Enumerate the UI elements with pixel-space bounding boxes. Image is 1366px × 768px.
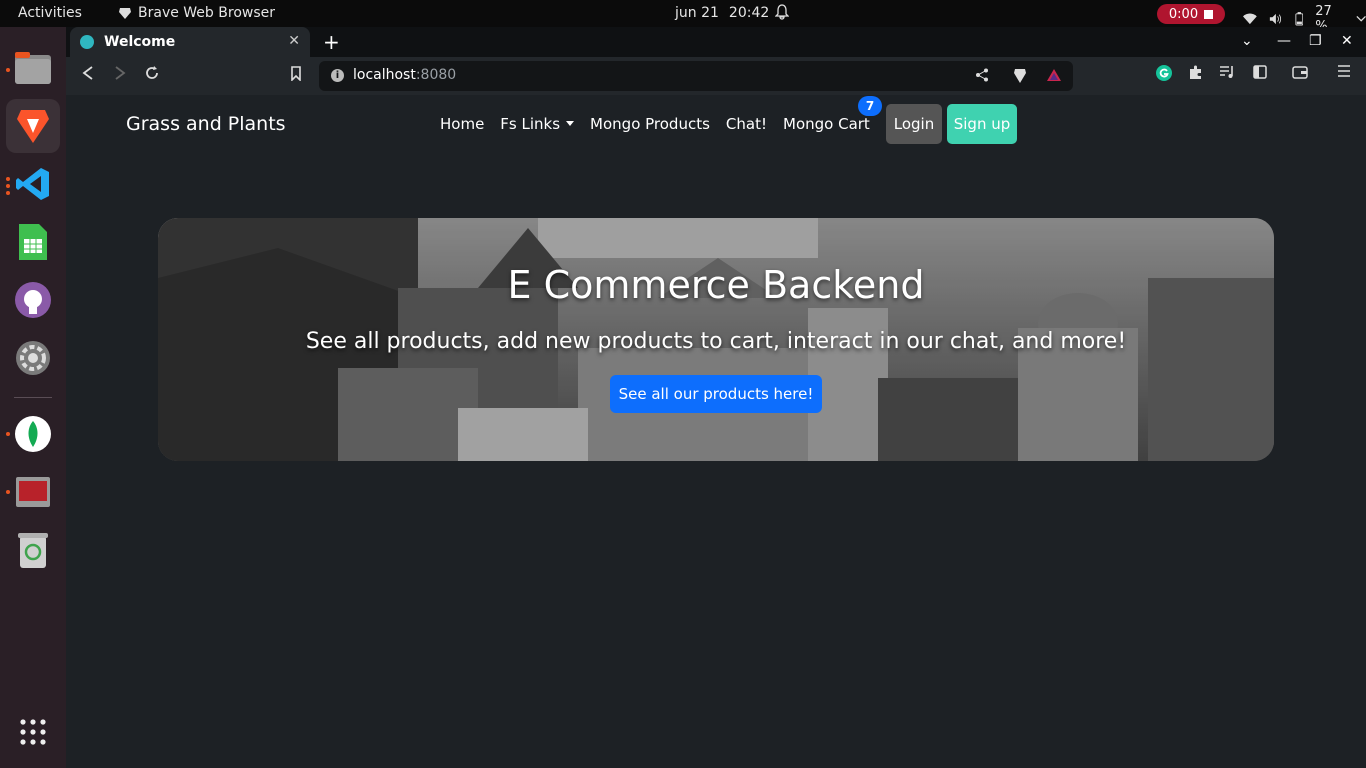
- wallet-icon[interactable]: [1292, 65, 1308, 83]
- recording-time: 0:00: [1168, 6, 1199, 22]
- time-label: 20:42: [728, 5, 770, 21]
- brave-shields-icon[interactable]: [1013, 68, 1027, 88]
- close-tab-icon[interactable]: ✕: [288, 33, 300, 49]
- media-playlist-icon[interactable]: [1219, 65, 1235, 83]
- dock-files[interactable]: [6, 41, 60, 95]
- trash-icon: [18, 533, 48, 568]
- files-icon: [15, 52, 51, 84]
- clock[interactable]: jun 21 20:42: [675, 5, 769, 21]
- screen-recorder-icon: [16, 477, 50, 507]
- tab-title: Welcome: [104, 34, 176, 50]
- settings-gear-icon: [16, 341, 50, 375]
- screen-recording-indicator[interactable]: 0:00: [1157, 4, 1225, 24]
- nav-fs-links-dropdown[interactable]: Fs Links: [500, 115, 574, 133]
- bookmark-icon[interactable]: [290, 66, 302, 85]
- power-menu-icon: [1356, 15, 1366, 22]
- nav-mongo-cart[interactable]: Mongo Cart: [783, 115, 870, 133]
- url-host: localhost: [353, 67, 416, 83]
- dock-spreadsheet[interactable]: [6, 215, 60, 269]
- dock-mongodb-compass[interactable]: [6, 407, 60, 461]
- show-applications[interactable]: [6, 705, 60, 759]
- app-menu-label: Brave Web Browser: [138, 5, 275, 21]
- cart-count-badge: 7: [858, 96, 882, 116]
- menu-hamburger-icon[interactable]: [1338, 65, 1350, 81]
- hero-banner: E Commerce Backend See all products, add…: [158, 218, 1274, 461]
- activities-button[interactable]: Activities: [18, 5, 82, 21]
- spreadsheet-icon: [19, 224, 47, 260]
- site-info-icon[interactable]: i: [331, 69, 344, 82]
- extensions-puzzle-icon[interactable]: [1188, 65, 1203, 84]
- minimize-icon[interactable]: —: [1277, 33, 1291, 49]
- app-menu[interactable]: Brave Web Browser: [118, 5, 275, 21]
- nav-chat[interactable]: Chat!: [726, 115, 767, 133]
- grammarly-icon[interactable]: [1156, 65, 1172, 85]
- browser-toolbar: i localhost:8080: [66, 57, 1366, 95]
- volume-icon: [1269, 13, 1281, 25]
- dock-screen-recorder[interactable]: [6, 465, 60, 519]
- mongodb-leaf-icon: [15, 416, 51, 452]
- site-brand[interactable]: Grass and Plants: [126, 113, 286, 135]
- notification-bell-icon[interactable]: [774, 4, 790, 24]
- main-nav: Home Fs Links Mongo Products Chat! Mongo…: [440, 115, 870, 133]
- nav-mongo-products[interactable]: Mongo Products: [590, 115, 710, 133]
- hero-subtitle: See all products, add new products to ca…: [305, 329, 1127, 354]
- stop-icon: [1204, 9, 1214, 19]
- app-grid-icon: [20, 719, 46, 745]
- dock-settings[interactable]: [6, 331, 60, 385]
- see-products-button[interactable]: See all our products here!: [610, 375, 822, 413]
- dock-github[interactable]: [6, 273, 60, 327]
- dock-brave[interactable]: [6, 99, 60, 153]
- back-icon[interactable]: [82, 66, 94, 84]
- new-tab-button[interactable]: +: [323, 30, 340, 54]
- date-label: jun 21: [675, 5, 719, 21]
- brave-lion-icon: [17, 110, 49, 143]
- tab-welcome[interactable]: Welcome ✕: [70, 27, 310, 57]
- restore-icon[interactable]: ❐: [1309, 33, 1322, 49]
- url-port: :8080: [415, 67, 457, 83]
- signup-button[interactable]: Sign up: [947, 104, 1017, 144]
- sidebar-toggle-icon[interactable]: [1253, 65, 1267, 83]
- favicon-icon: [80, 35, 94, 49]
- github-icon: [15, 282, 51, 318]
- wifi-icon: [1243, 13, 1257, 25]
- tab-search-icon[interactable]: ⌄: [1241, 33, 1253, 49]
- nav-home[interactable]: Home: [440, 115, 484, 133]
- system-top-bar: Activities Brave Web Browser jun 21 20:4…: [0, 0, 1366, 34]
- tab-strip: Welcome ✕ + ⌄ — ❐ ✕: [66, 27, 1366, 57]
- browser-window: Welcome ✕ + ⌄ — ❐ ✕ i localhost:8080 Gra…: [66, 27, 1366, 768]
- web-page: Grass and Plants Home Fs Links Mongo Pro…: [66, 95, 1366, 768]
- forward-icon[interactable]: [114, 66, 126, 84]
- dock: [0, 27, 66, 768]
- login-button[interactable]: Login: [886, 104, 942, 144]
- dock-vscode[interactable]: [6, 157, 60, 211]
- address-bar[interactable]: i localhost:8080: [319, 61, 1073, 91]
- brave-rewards-icon[interactable]: [1046, 68, 1062, 86]
- brave-lion-icon: [119, 8, 131, 19]
- url-text: localhost:8080: [353, 67, 456, 83]
- close-window-icon[interactable]: ✕: [1341, 33, 1353, 49]
- battery-icon: [1294, 12, 1303, 26]
- hero-title: E Commerce Backend: [507, 263, 925, 307]
- reload-icon[interactable]: [145, 66, 159, 84]
- dock-trash[interactable]: [6, 523, 60, 577]
- share-icon[interactable]: [975, 68, 989, 86]
- vscode-icon: [16, 168, 49, 200]
- dock-separator: [14, 397, 52, 398]
